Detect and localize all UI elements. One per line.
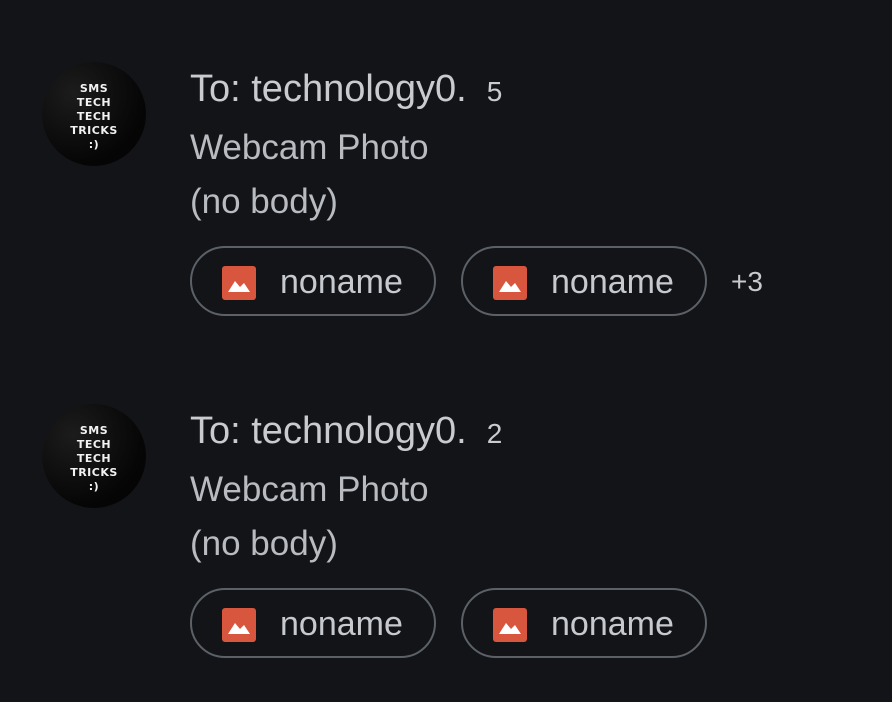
snippet: (no body) xyxy=(190,524,338,563)
image-icon xyxy=(222,266,256,300)
subject: Webcam Photo xyxy=(190,470,429,509)
attachment-chip[interactable]: noname xyxy=(461,588,707,658)
attachment-name: noname xyxy=(551,605,674,643)
message-count: 5 xyxy=(486,76,503,107)
image-icon xyxy=(222,608,256,642)
message-list: SMS TECH TECH TRICKS :) To: technology0.… xyxy=(0,0,892,702)
message-thread[interactable]: SMS TECH TECH TRICKS :) To: technology0.… xyxy=(0,60,892,360)
attachment-name: noname xyxy=(280,263,403,301)
avatar-logo-text: SMS TECH TECH TRICKS :) xyxy=(70,424,118,493)
recipient-line: To: technology0. 2 xyxy=(190,410,502,453)
recipient-line: To: technology0. 5 xyxy=(190,68,502,111)
recipient: To: technology0. xyxy=(190,68,467,110)
avatar[interactable]: SMS TECH TECH TRICKS :) xyxy=(42,62,146,166)
image-icon xyxy=(493,266,527,300)
subject: Webcam Photo xyxy=(190,128,429,167)
image-icon xyxy=(493,608,527,642)
attachment-chip[interactable]: noname xyxy=(461,246,707,316)
snippet: (no body) xyxy=(190,182,338,221)
attachment-name: noname xyxy=(551,263,674,301)
attachment-chip[interactable]: noname xyxy=(190,588,436,658)
recipient: To: technology0. xyxy=(190,410,467,452)
message-thread[interactable]: SMS TECH TECH TRICKS :) To: technology0.… xyxy=(0,402,892,702)
avatar[interactable]: SMS TECH TECH TRICKS :) xyxy=(42,404,146,508)
message-count: 2 xyxy=(486,418,503,449)
avatar-logo-text: SMS TECH TECH TRICKS :) xyxy=(70,82,118,151)
more-attachments-count[interactable]: +3 xyxy=(731,266,763,298)
attachment-name: noname xyxy=(280,605,403,643)
attachment-chip[interactable]: noname xyxy=(190,246,436,316)
